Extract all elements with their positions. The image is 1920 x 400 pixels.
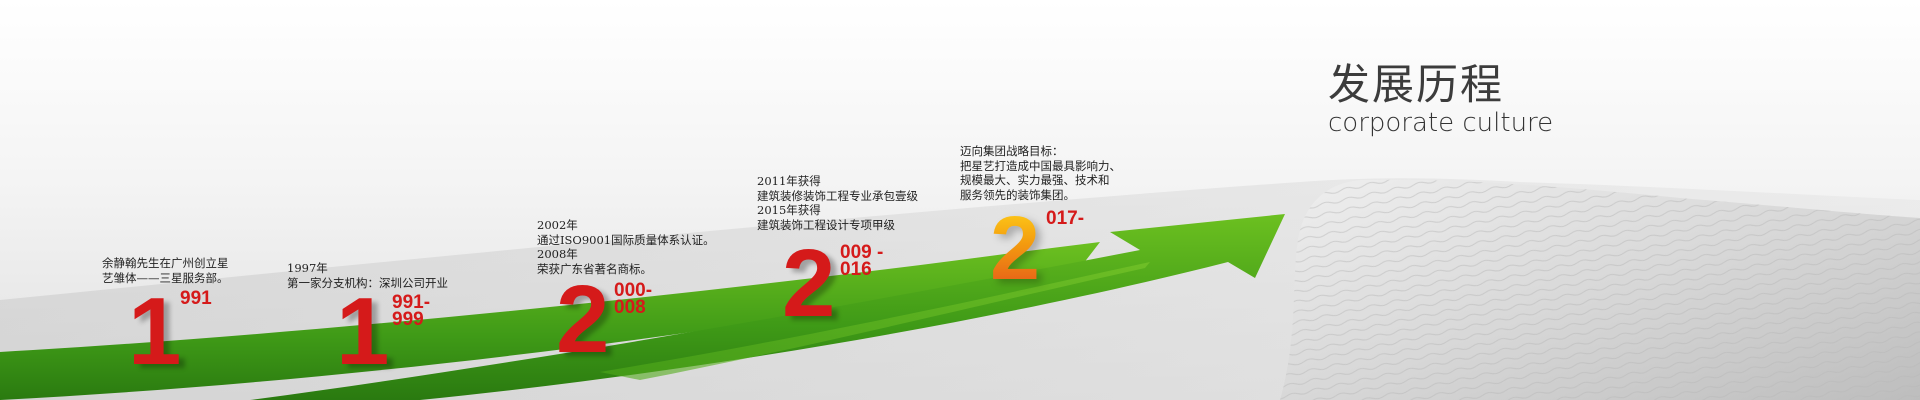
milestone-line: 迈向集团战略目标： bbox=[960, 144, 1064, 158]
year-big-digit: 2 bbox=[990, 199, 1041, 299]
milestone-line: 建筑装修装饰工程专业承包壹级 bbox=[757, 188, 918, 203]
year-rest-line: 017- bbox=[1046, 208, 1085, 229]
year-rest: 017- bbox=[1046, 208, 1085, 229]
milestone-line: 余静翰先生在广州创立星 bbox=[102, 256, 229, 270]
milestone-text-5: 迈向集团战略目标： 把星艺打造成中国最具影响力、 规模最大、实力最强、技术和 服… bbox=[960, 144, 1121, 202]
year-rest: 991 bbox=[180, 288, 212, 309]
year-rest-line: 991 bbox=[180, 288, 212, 309]
milestone-line: 规模最大、实力最强、技术和 bbox=[960, 173, 1110, 187]
heading-title-en: corporate culture bbox=[1328, 108, 1554, 138]
year-big-digit: 1 bbox=[128, 278, 182, 385]
timeline-banner: 发展历程 corporate culture 余静翰先生在广州创立星 艺雏体——… bbox=[0, 0, 1920, 400]
year-rest-line: 016 bbox=[840, 259, 872, 280]
section-heading: 发展历程 corporate culture bbox=[1328, 60, 1553, 138]
year-rest: 991- 999 bbox=[392, 293, 430, 330]
milestone-line: 把星艺打造成中国最具影响力、 bbox=[960, 158, 1121, 173]
year-rest-line: 999 bbox=[392, 309, 424, 330]
milestone-line: 1997年 bbox=[287, 261, 328, 275]
milestone-line: 服务领先的装饰集团。 bbox=[960, 187, 1075, 202]
milestone-line: 2011年获得 bbox=[757, 174, 821, 188]
year-big-digit: 1 bbox=[336, 278, 390, 385]
year-rest: 000- 008 bbox=[614, 281, 652, 318]
dune-ripples bbox=[1280, 179, 1920, 400]
milestone-line: 2015年获得 bbox=[757, 203, 821, 217]
milestone-line: 2008年 bbox=[537, 247, 578, 261]
heading-title-cn: 发展历程 bbox=[1328, 60, 1505, 109]
milestone-text-4: 2011年获得 建筑装修装饰工程专业承包壹级 2015年获得 建筑装饰工程设计专… bbox=[757, 174, 918, 232]
year-big-digit: 2 bbox=[782, 230, 836, 337]
year-big-digit: 2 bbox=[556, 266, 610, 373]
milestone-line: 2002年 bbox=[537, 218, 578, 232]
year-rest-line: 008 bbox=[614, 297, 646, 318]
milestone-line: 通过ISO9001国际质量体系认证。 bbox=[537, 232, 715, 247]
year-rest: 009 - 016 bbox=[840, 243, 883, 280]
